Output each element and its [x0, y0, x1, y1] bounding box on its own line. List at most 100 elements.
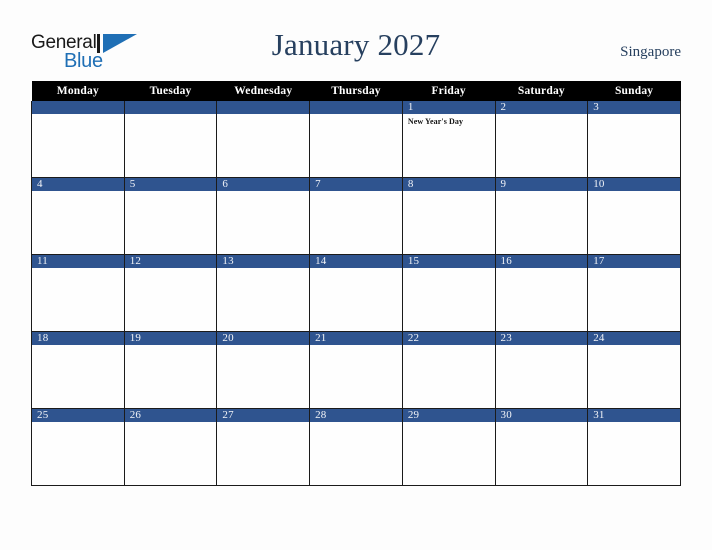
day-number: 31: [588, 409, 680, 422]
weekday-header-wednesday: Wednesday: [216, 81, 310, 101]
calendar-day-cell[interactable]: 5: [123, 177, 218, 255]
calendar-day-cell[interactable]: [123, 101, 218, 178]
calendar-day-cell[interactable]: 16: [494, 254, 589, 332]
day-content: [32, 191, 124, 254]
calendar-day-cell[interactable]: [309, 101, 403, 178]
day-content: [32, 422, 124, 485]
day-content: [403, 191, 495, 254]
day-content: [310, 268, 402, 331]
calendar-day-cell[interactable]: 17: [587, 254, 681, 332]
calendar-day-cell[interactable]: 23: [494, 331, 589, 409]
day-number: 27: [217, 409, 310, 422]
calendar-grid: Monday Tuesday Wednesday Thursday Friday…: [31, 81, 681, 486]
day-content: [125, 345, 217, 408]
calendar-body: 1 New Year's Day 2 3 4 5 6 7 8 9 10 11 12 13 14 15 16 17 1…: [31, 101, 681, 486]
calendar-page: General Blue January 2027 Singapore Mond…: [0, 0, 712, 550]
calendar-day-cell[interactable]: 19: [123, 331, 218, 409]
calendar-day-cell[interactable]: 27: [216, 408, 311, 486]
day-number: [310, 101, 402, 114]
day-content: [32, 345, 124, 408]
location-label: Singapore: [620, 44, 681, 60]
calendar-week-row: 25 26 27 28 29 30 31: [31, 408, 681, 486]
day-content: [588, 422, 680, 485]
calendar-day-cell[interactable]: 22: [401, 331, 496, 409]
day-number: 15: [402, 255, 495, 268]
calendar-day-cell[interactable]: [216, 101, 311, 178]
day-content: [403, 268, 495, 331]
day-content: [125, 422, 217, 485]
calendar-day-cell[interactable]: 10: [587, 177, 681, 255]
calendar-day-cell[interactable]: 24: [587, 331, 681, 409]
calendar-day-cell[interactable]: 26: [123, 408, 218, 486]
calendar-day-cell[interactable]: 18: [31, 331, 125, 409]
day-content: [217, 422, 309, 485]
day-number: [32, 101, 124, 114]
calendar-day-cell[interactable]: 14: [309, 254, 403, 332]
day-number: 4: [32, 178, 124, 191]
day-number: 14: [310, 255, 402, 268]
day-number: 8: [402, 178, 495, 191]
day-number: 12: [124, 255, 217, 268]
day-content: [217, 268, 309, 331]
day-content: [217, 191, 309, 254]
day-content: New Year's Day: [403, 114, 495, 177]
day-number: 26: [124, 409, 217, 422]
day-number: 25: [32, 409, 124, 422]
day-number: 24: [588, 332, 680, 345]
day-content: [403, 345, 495, 408]
day-content: [310, 114, 402, 177]
weekday-header-tuesday: Tuesday: [124, 81, 217, 101]
day-number: 10: [588, 178, 680, 191]
calendar-day-cell[interactable]: 20: [216, 331, 311, 409]
day-number: 20: [217, 332, 310, 345]
calendar-day-cell[interactable]: 3: [587, 101, 681, 178]
day-content: [588, 268, 680, 331]
day-content: [217, 345, 309, 408]
calendar-day-cell[interactable]: 6: [216, 177, 311, 255]
day-content: [496, 114, 588, 177]
calendar-day-cell[interactable]: 8: [401, 177, 496, 255]
weekday-header-thursday: Thursday: [309, 81, 403, 101]
calendar-day-cell[interactable]: 28: [309, 408, 403, 486]
page-header: General Blue January 2027 Singapore: [0, 0, 712, 81]
calendar-week-row: 4 5 6 7 8 9 10: [31, 177, 681, 255]
calendar-day-cell[interactable]: [31, 101, 125, 178]
calendar-day-cell[interactable]: 12: [123, 254, 218, 332]
calendar-day-cell[interactable]: 13: [216, 254, 311, 332]
day-number: [124, 101, 217, 114]
day-content: [403, 422, 495, 485]
day-number: 3: [588, 101, 680, 114]
day-number: 19: [124, 332, 217, 345]
day-number: [217, 101, 310, 114]
calendar-day-cell[interactable]: 9: [494, 177, 589, 255]
calendar-day-cell[interactable]: 25: [31, 408, 125, 486]
weekday-header-row: Monday Tuesday Wednesday Thursday Friday…: [31, 81, 681, 101]
day-number: 17: [588, 255, 680, 268]
calendar-week-row: 1 New Year's Day 2 3: [31, 101, 681, 178]
day-number: 29: [402, 409, 495, 422]
day-content: [496, 345, 588, 408]
day-content: [496, 191, 588, 254]
day-number: 5: [124, 178, 217, 191]
calendar-day-cell[interactable]: 2: [494, 101, 589, 178]
calendar-day-cell[interactable]: 7: [309, 177, 403, 255]
holiday-label: New Year's Day: [407, 117, 464, 126]
calendar-week-row: 11 12 13 14 15 16 17: [31, 254, 681, 332]
calendar-day-cell[interactable]: 21: [309, 331, 403, 409]
day-number: 7: [310, 178, 402, 191]
day-content: [32, 114, 124, 177]
day-number: 13: [217, 255, 310, 268]
calendar-day-cell[interactable]: 30: [494, 408, 589, 486]
weekday-header-friday: Friday: [402, 81, 496, 101]
day-number: 1: [402, 101, 495, 114]
day-number: 23: [495, 332, 588, 345]
calendar-day-cell[interactable]: 29: [401, 408, 496, 486]
calendar-day-cell[interactable]: 31: [587, 408, 681, 486]
calendar-day-cell[interactable]: 4: [31, 177, 125, 255]
day-number: 30: [495, 409, 588, 422]
calendar-day-cell[interactable]: 11: [31, 254, 125, 332]
weekday-header-monday: Monday: [31, 81, 125, 101]
calendar-day-cell[interactable]: 15: [401, 254, 496, 332]
day-number: 18: [32, 332, 124, 345]
calendar-day-cell[interactable]: 1 New Year's Day: [401, 101, 496, 178]
